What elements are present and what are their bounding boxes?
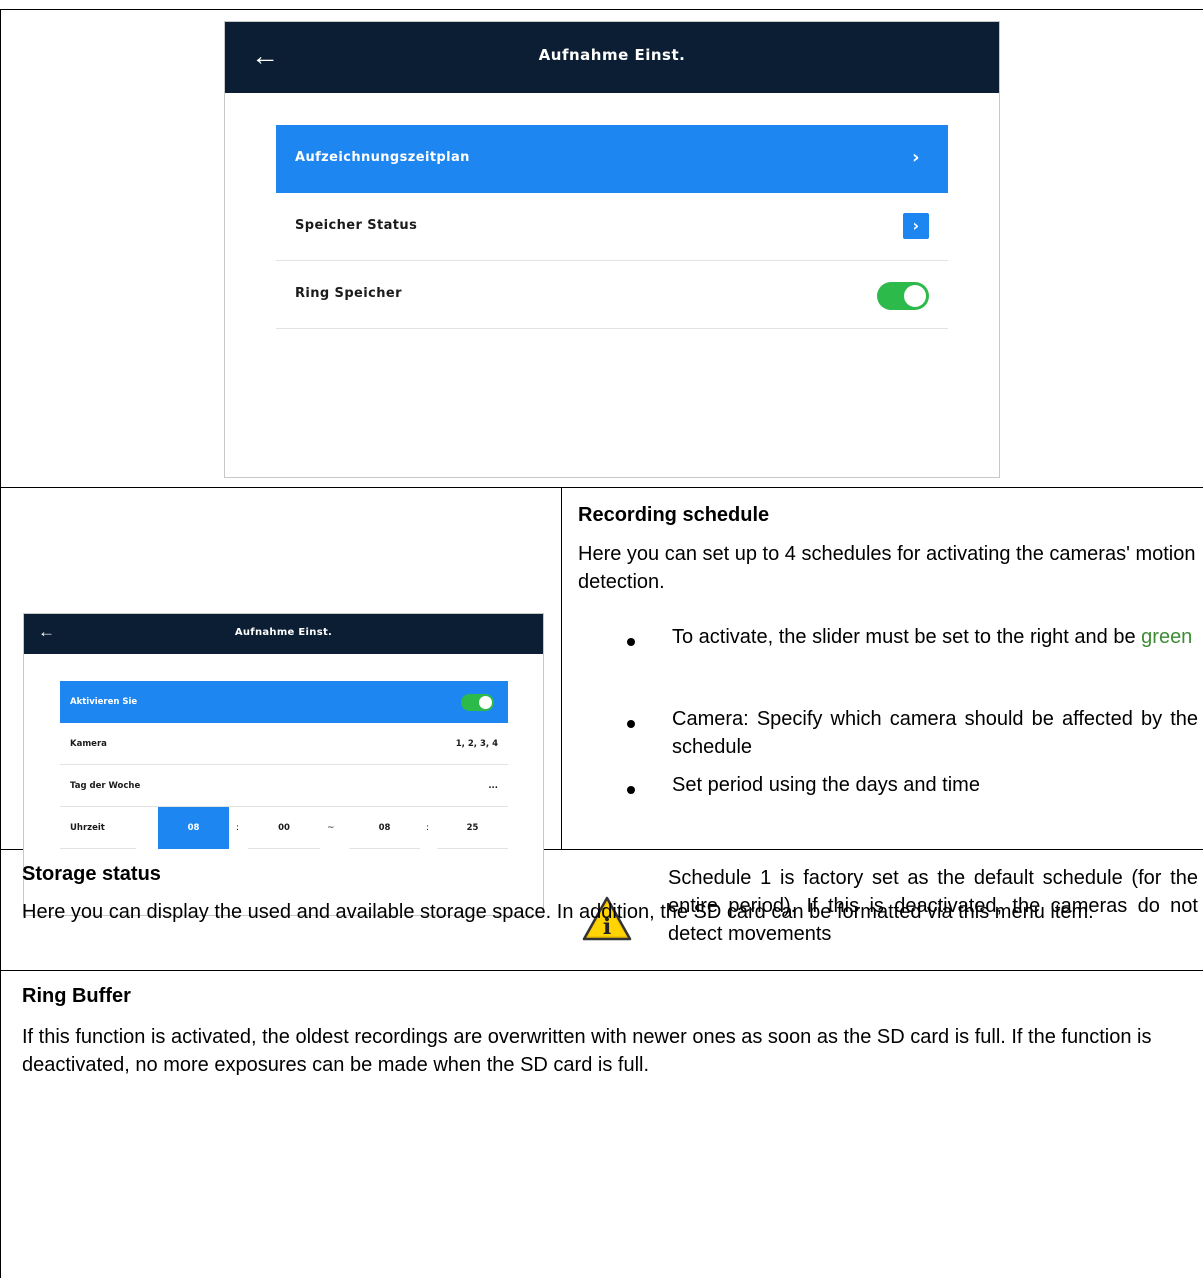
table-column-divider bbox=[561, 487, 562, 849]
table-border-top bbox=[0, 9, 1203, 10]
recording-schedule-intro: Here you can set up to 4 schedules for a… bbox=[578, 543, 1196, 593]
bullet-item: To activate, the slider must be set to t… bbox=[672, 623, 1198, 651]
screen-title: Aufnahme Einst. bbox=[234, 627, 333, 638]
menu-item-label: Aufzeichnungszeitplan bbox=[295, 150, 470, 165]
app-header: ← Aufnahme Einst. bbox=[24, 614, 543, 654]
menu-item-storage-status[interactable]: Speicher Status › bbox=[276, 193, 948, 261]
row-label: Aktivieren Sie bbox=[70, 697, 138, 707]
row-label: Uhrzeit bbox=[60, 807, 136, 849]
table-divider bbox=[0, 487, 1203, 488]
chevron-right-icon: › bbox=[912, 147, 920, 168]
bullet-item: Camera: Specify which camera should be a… bbox=[672, 708, 1198, 758]
end-hour-field[interactable]: 08 bbox=[349, 807, 420, 849]
camera-value: 1, 2, 3, 4 bbox=[455, 739, 498, 749]
activate-toggle[interactable] bbox=[461, 694, 494, 711]
green-word: green bbox=[1141, 626, 1193, 648]
row-label: Kamera bbox=[70, 739, 107, 749]
bullet-icon bbox=[627, 786, 635, 794]
storage-status-text: Here you can display the used and availa… bbox=[22, 901, 1094, 923]
menu-item-label: Ring Speicher bbox=[295, 286, 402, 301]
menu-item-ring-buffer: Ring Speicher bbox=[276, 261, 948, 329]
weekday-row[interactable]: Tag der Woche ... bbox=[60, 765, 508, 807]
table-divider bbox=[0, 970, 1203, 971]
screen-title: Aufnahme Einst. bbox=[538, 46, 686, 64]
app-header: ← Aufnahme Einst. bbox=[225, 22, 999, 93]
toggle-knob bbox=[904, 285, 926, 307]
table-border-left bbox=[0, 9, 1, 1278]
row-label: Tag der Woche bbox=[70, 781, 141, 791]
bullet-icon bbox=[627, 720, 635, 728]
menu-item-label: Speicher Status bbox=[295, 218, 418, 233]
menu-item-recording-schedule[interactable]: Aufzeichnungszeitplan › bbox=[276, 125, 948, 193]
ring-buffer-heading: Ring Buffer bbox=[22, 985, 131, 1007]
start-minute-field[interactable]: 00 bbox=[248, 807, 320, 849]
time-range-separator: ~ bbox=[327, 823, 335, 833]
recording-settings-screenshot: ← Aufnahme Einst. Aufzeichnungszeitplan … bbox=[224, 21, 1000, 478]
toggle-knob bbox=[479, 696, 492, 709]
weekday-value: ... bbox=[488, 781, 498, 791]
time-row: Uhrzeit 08 : 00 ~ 08 : 25 bbox=[60, 807, 508, 849]
bullet-item: Set period using the days and time bbox=[672, 774, 980, 796]
end-minute-field[interactable]: 25 bbox=[437, 807, 508, 849]
storage-status-heading: Storage status bbox=[22, 863, 161, 885]
ring-buffer-text: If this function is activated, the oldes… bbox=[22, 1026, 1152, 1076]
start-hour-field[interactable]: 08 bbox=[158, 807, 229, 849]
time-separator: : bbox=[426, 823, 430, 833]
camera-row[interactable]: Kamera 1, 2, 3, 4 bbox=[60, 723, 508, 765]
ring-buffer-toggle[interactable] bbox=[877, 282, 929, 310]
bullet-text: To activate, the slider must be set to t… bbox=[672, 626, 1142, 648]
activate-row: Aktivieren Sie bbox=[60, 681, 508, 723]
chevron-right-icon[interactable]: › bbox=[903, 213, 929, 239]
bullet-icon bbox=[627, 638, 635, 646]
recording-schedule-heading: Recording schedule bbox=[578, 504, 770, 526]
time-separator: : bbox=[236, 823, 240, 833]
